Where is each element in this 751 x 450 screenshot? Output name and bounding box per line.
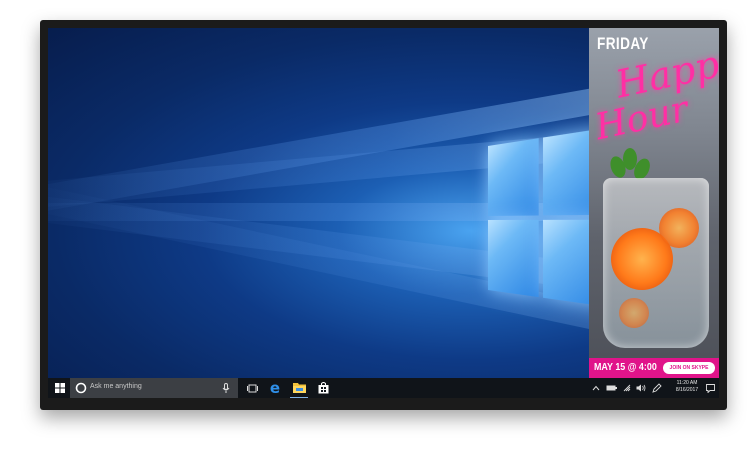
store-button[interactable] [314,378,332,398]
clock-time: 11:20 AM [676,380,698,386]
pen-icon [652,383,662,393]
clock-date: 8/16/2017 [675,387,699,393]
store-icon [318,382,328,394]
edge-button[interactable]: e [266,378,284,398]
desktop-wallpaper[interactable] [48,28,589,378]
file-explorer-icon [292,383,306,393]
task-view-button[interactable] [244,378,260,398]
taskbar: Ask me anything e 11:20 AM 8/16/2017 [48,378,719,398]
windows-ink-button[interactable] [651,378,663,398]
clock[interactable]: 11:20 AM 8/16/2017 [672,380,702,394]
action-center-button[interactable] [704,378,716,398]
microphone-icon[interactable] [222,383,230,393]
edge-icon: e [269,378,281,397]
search-placeholder: Ask me anything [90,383,142,390]
cortana-icon [75,382,87,394]
promo-script-hour: Hour [591,88,692,149]
promo-footer: MAY 15 @ 4:00 JOIN ON SKYPE [589,358,719,378]
start-button[interactable] [52,378,68,398]
volume-icon [636,384,646,392]
join-on-skype-button[interactable]: JOIN ON SKYPE [663,362,715,374]
promo-day: FRIDAY [597,34,649,53]
battery-icon [606,385,617,391]
volume-button[interactable] [635,378,647,398]
screen: FRIDAY Happy Hour MAY 15 @ 4:00 JOIN ON … [48,28,719,398]
windows-icon [55,383,65,393]
happy-hour-promo: FRIDAY Happy Hour MAY 15 @ 4:00 JOIN ON … [589,28,719,378]
show-hidden-icons-button[interactable] [591,378,601,398]
promo-date: MAY 15 @ 4:00 [594,361,657,373]
network-icon [623,384,631,392]
windows-logo-graphic [488,127,589,314]
file-explorer-button[interactable] [290,378,308,398]
notification-icon [705,383,715,393]
search-box[interactable]: Ask me anything [70,378,238,398]
battery-button[interactable] [605,378,617,398]
task-view-icon [246,384,258,392]
chevron-up-icon [592,385,600,391]
network-button[interactable] [622,378,632,398]
